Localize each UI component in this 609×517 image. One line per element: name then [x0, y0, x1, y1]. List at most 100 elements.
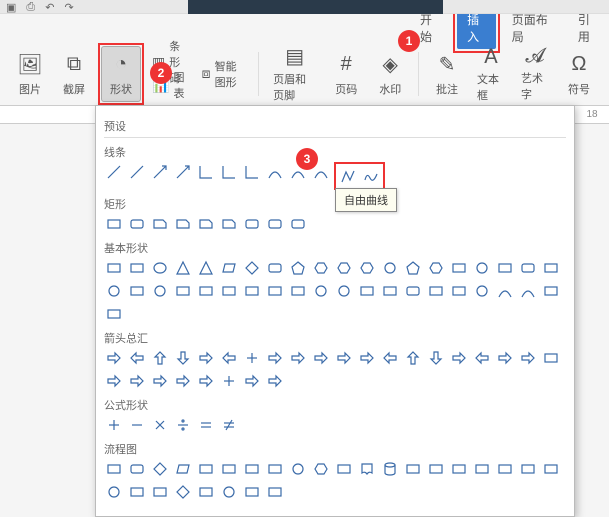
shape-arrow-20[interactable]	[104, 371, 124, 391]
shape-basic-37[interactable]	[495, 281, 515, 301]
shape-basic-15[interactable]	[449, 258, 469, 278]
shape-flow-24[interactable]	[196, 482, 216, 502]
shape-rect-2[interactable]	[150, 214, 170, 234]
shape-basic-1[interactable]	[127, 258, 147, 278]
shape-arrow-8[interactable]	[288, 348, 308, 368]
page-number-button[interactable]: # 页码	[326, 46, 366, 102]
shape-basic-13[interactable]	[403, 258, 423, 278]
shape-rect-0[interactable]	[104, 214, 124, 234]
shape-flow-4[interactable]	[196, 459, 216, 479]
shape-flow-0[interactable]	[104, 459, 124, 479]
shape-basic-36[interactable]	[472, 281, 492, 301]
shape-eq-0[interactable]	[104, 415, 124, 435]
shape-eq-4[interactable]	[196, 415, 216, 435]
shape-basic-8[interactable]	[288, 258, 308, 278]
shape-arrow-11[interactable]	[357, 348, 377, 368]
shape-arrow-13[interactable]	[403, 348, 423, 368]
shape-eq-1[interactable]	[127, 415, 147, 435]
qat-save-icon[interactable]: ▣	[6, 1, 16, 14]
shape-basic-26[interactable]	[242, 281, 262, 301]
textbox-button[interactable]: 𝖠 文本框	[471, 46, 511, 102]
shape-flow-3[interactable]	[173, 459, 193, 479]
shape-basic-27[interactable]	[265, 281, 285, 301]
shape-flow-7[interactable]	[265, 459, 285, 479]
shape-basic-11[interactable]	[357, 258, 377, 278]
shape-line-4[interactable]	[196, 162, 216, 182]
shape-flow-22[interactable]	[150, 482, 170, 502]
shapes-button[interactable]: ◔ 形状	[101, 46, 141, 102]
shape-flow-9[interactable]	[311, 459, 331, 479]
shape-flow-18[interactable]	[518, 459, 538, 479]
shape-line-0[interactable]	[104, 162, 124, 182]
shape-line-1[interactable]	[127, 162, 147, 182]
shape-basic-4[interactable]	[196, 258, 216, 278]
shape-arrow-25[interactable]	[219, 371, 239, 391]
shape-basic-30[interactable]	[334, 281, 354, 301]
shape-arrow-17[interactable]	[495, 348, 515, 368]
shape-basic-14[interactable]	[426, 258, 446, 278]
shape-basic-3[interactable]	[173, 258, 193, 278]
shape-flow-19[interactable]	[541, 459, 561, 479]
shape-basic-12[interactable]	[380, 258, 400, 278]
shape-line-7[interactable]	[265, 162, 285, 182]
shape-basic-28[interactable]	[288, 281, 308, 301]
shape-eq-5[interactable]	[219, 415, 239, 435]
qat-redo-icon[interactable]: ↷	[64, 1, 73, 14]
shape-arrow-12[interactable]	[380, 348, 400, 368]
shape-arrow-27[interactable]	[265, 371, 285, 391]
shape-flow-17[interactable]	[495, 459, 515, 479]
shape-rect-4[interactable]	[196, 214, 216, 234]
shape-basic-6[interactable]	[242, 258, 262, 278]
shape-arrow-5[interactable]	[219, 348, 239, 368]
shape-flow-8[interactable]	[288, 459, 308, 479]
shape-eq-2[interactable]	[150, 415, 170, 435]
shape-basic-29[interactable]	[311, 281, 331, 301]
shape-flow-16[interactable]	[472, 459, 492, 479]
shape-basic-7[interactable]	[265, 258, 285, 278]
shape-arrow-4[interactable]	[196, 348, 216, 368]
shape-rect-6[interactable]	[242, 214, 262, 234]
shape-basic-22[interactable]	[150, 281, 170, 301]
shape-basic-19[interactable]	[541, 258, 561, 278]
shape-flow-1[interactable]	[127, 459, 147, 479]
shape-basic-24[interactable]	[196, 281, 216, 301]
shape-basic-23[interactable]	[173, 281, 193, 301]
shape-arrow-22[interactable]	[150, 371, 170, 391]
shape-basic-18[interactable]	[518, 258, 538, 278]
shape-basic-2[interactable]	[150, 258, 170, 278]
shape-freeform[interactable]	[338, 166, 358, 186]
shape-arrow-26[interactable]	[242, 371, 262, 391]
shape-basic-31[interactable]	[357, 281, 377, 301]
shape-basic-34[interactable]	[426, 281, 446, 301]
shape-arrow-18[interactable]	[518, 348, 538, 368]
shape-rect-1[interactable]	[127, 214, 147, 234]
shape-flow-10[interactable]	[334, 459, 354, 479]
shape-arrow-0[interactable]	[104, 348, 124, 368]
header-footer-button[interactable]: ▤ 页眉和页脚	[267, 46, 322, 102]
shape-arrow-16[interactable]	[472, 348, 492, 368]
shape-arrow-19[interactable]	[541, 348, 561, 368]
shape-basic-38[interactable]	[518, 281, 538, 301]
shape-arrow-1[interactable]	[127, 348, 147, 368]
shape-line-3[interactable]	[173, 162, 193, 182]
shape-arrow-15[interactable]	[449, 348, 469, 368]
shape-flow-20[interactable]	[104, 482, 124, 502]
shape-flow-15[interactable]	[449, 459, 469, 479]
shape-rect-8[interactable]	[288, 214, 308, 234]
shape-basic-0[interactable]	[104, 258, 124, 278]
shape-basic-9[interactable]	[311, 258, 331, 278]
shape-flow-13[interactable]	[403, 459, 423, 479]
shape-flow-2[interactable]	[150, 459, 170, 479]
shape-line-5[interactable]	[219, 162, 239, 182]
shape-flow-26[interactable]	[242, 482, 262, 502]
shape-flow-27[interactable]	[265, 482, 285, 502]
shape-arrow-7[interactable]	[265, 348, 285, 368]
shape-line-6[interactable]	[242, 162, 262, 182]
shape-flow-25[interactable]	[219, 482, 239, 502]
shape-basic-17[interactable]	[495, 258, 515, 278]
shape-arrow-9[interactable]	[311, 348, 331, 368]
shape-basic-5[interactable]	[219, 258, 239, 278]
shape-basic-20[interactable]	[104, 281, 124, 301]
shape-rect-5[interactable]	[219, 214, 239, 234]
shape-flow-11[interactable]	[357, 459, 377, 479]
